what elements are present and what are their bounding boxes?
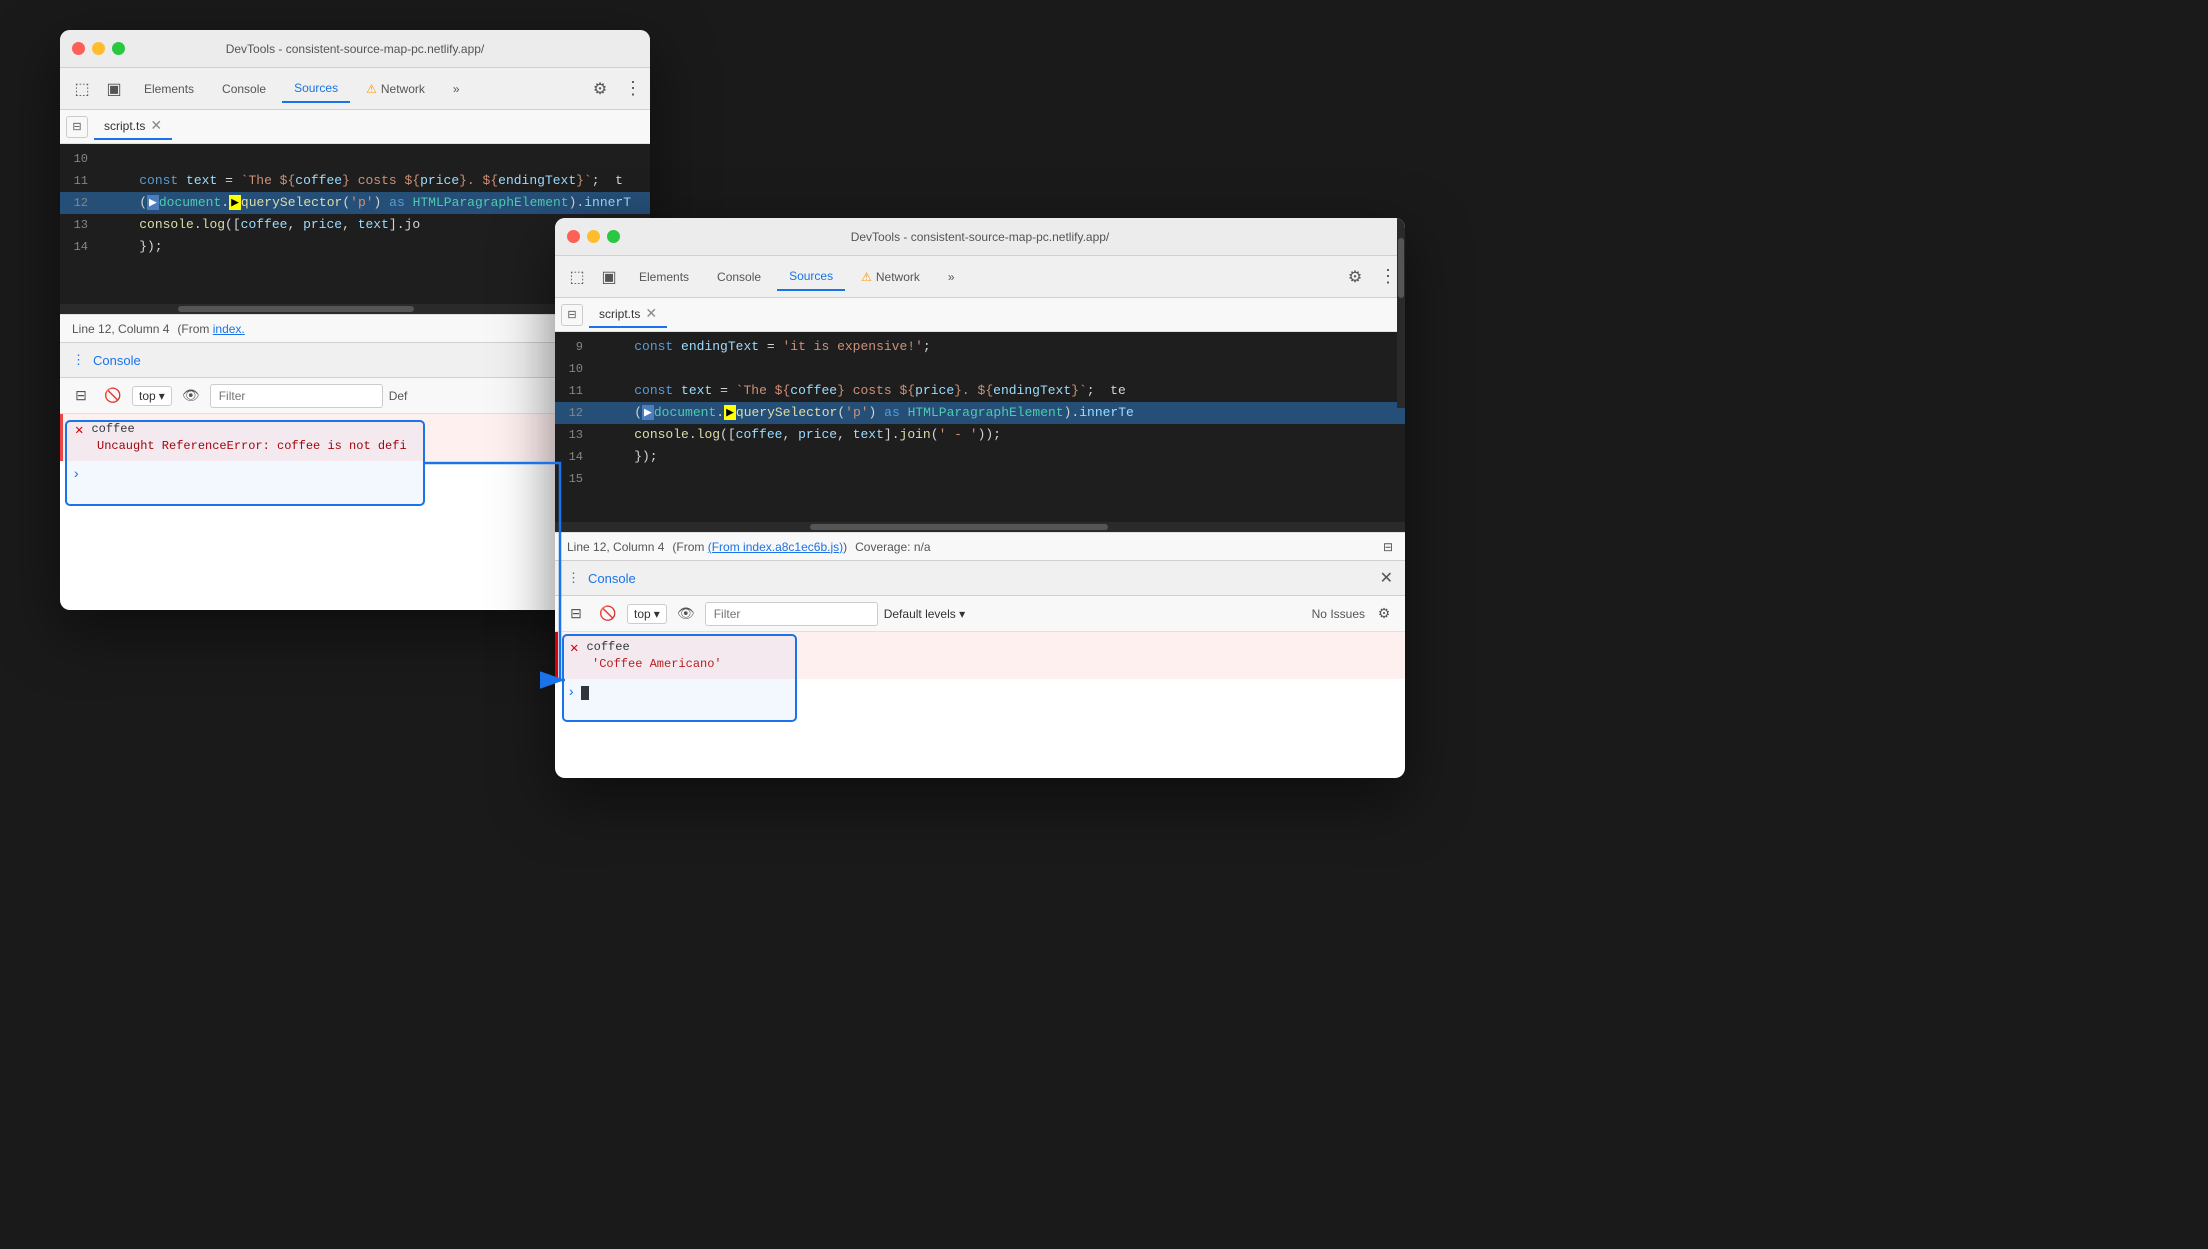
inspect-icon-front[interactable]: ⬚ [563, 263, 591, 291]
tab-network-back[interactable]: ⚠ Network [354, 76, 437, 102]
tab-sources-back[interactable]: Sources [282, 75, 350, 103]
warning-icon-front: ⚠ [861, 270, 872, 284]
inspect-icon[interactable]: ⬚ [68, 75, 96, 103]
tab-console-front[interactable]: Console [705, 264, 773, 290]
tab-sources-front[interactable]: Sources [777, 263, 845, 291]
top-dropdown-front[interactable]: top ▾ [627, 604, 667, 624]
sidebar-toggle-back[interactable]: ⊟ [66, 116, 88, 138]
device-icon-front[interactable]: ▣ [595, 263, 623, 291]
code-editor-front: 9 const endingText = 'it is expensive!';… [555, 332, 1405, 522]
minimize-button-back[interactable] [92, 42, 105, 55]
console-label-front: Console [588, 571, 636, 586]
console-menu-icon[interactable]: ⋮ [72, 352, 85, 368]
code-line-11-front: 11 const text = `The ${coffee} costs ${p… [555, 380, 1405, 402]
status-line-back: Line 12, Column 4 [72, 322, 169, 336]
tab-gear-back: ⚙ ⋮ [586, 75, 642, 103]
console-label-back: Console [93, 353, 141, 368]
code-line-12-back: 12 (▶document.▶querySelector('p') as HTM… [60, 192, 650, 214]
screenshot-icon[interactable]: ⊟ [1383, 540, 1393, 554]
close-button-front[interactable] [567, 230, 580, 243]
tab-more-front[interactable]: » [936, 264, 967, 290]
chevron-down-icon-front: ▾ [654, 607, 660, 621]
tab-network-front[interactable]: ⚠ Network [849, 264, 932, 290]
console-sidebar-btn-front[interactable]: ⊟ [563, 601, 589, 627]
tab-elements-front[interactable]: Elements [627, 264, 701, 290]
default-label-back: Def [389, 389, 408, 403]
top-label-front: top [634, 607, 651, 621]
code-line-10-back: 10 [60, 148, 650, 170]
default-levels-front[interactable]: Default levels ▾ [884, 607, 965, 621]
device-icon[interactable]: ▣ [100, 75, 128, 103]
console-clear-btn-back[interactable]: 🚫 [100, 383, 126, 409]
file-tab-close-front[interactable]: ✕ [645, 305, 657, 322]
gear-button-back[interactable]: ⚙ [586, 75, 614, 103]
devtools-tabs-back: ⬚ ▣ Elements Console Sources ⚠ Network »… [60, 68, 650, 110]
gear-btn-console-front[interactable]: ⚙ [1371, 601, 1397, 627]
console-clear-btn-front[interactable]: 🚫 [595, 601, 621, 627]
status-from-back: (From index. [177, 322, 244, 336]
warning-icon-back: ⚠ [366, 82, 377, 96]
eye-btn-back[interactable]: 👁 [178, 383, 204, 409]
status-link-back[interactable]: index. [213, 322, 245, 336]
status-from-front: (From (From index.a8c1ec6b.js)) [672, 540, 847, 554]
maximize-button-back[interactable] [112, 42, 125, 55]
code-line-13-front: 13 console.log([coffee, price, text].joi… [555, 424, 1405, 446]
scrollbar-thumb-back [178, 306, 414, 312]
top-label-back: top [139, 389, 156, 403]
file-tab-name-back: script.ts [104, 119, 145, 133]
scrollbar-h-front[interactable] [555, 522, 1405, 532]
console-header-front: ⋮ Console ✕ [555, 560, 1405, 596]
code-line-14-front: 14 }); [555, 446, 1405, 468]
tab-console-back[interactable]: Console [210, 76, 278, 102]
titlebar-back: DevTools - consistent-source-map-pc.netl… [60, 30, 650, 68]
code-line-15-front: 15 [555, 468, 1405, 490]
window-title-front: DevTools - consistent-source-map-pc.netl… [851, 230, 1110, 244]
sidebar-toggle-front[interactable]: ⊟ [561, 304, 583, 326]
close-button-back[interactable] [72, 42, 85, 55]
no-issues-badge: No Issues [1312, 607, 1365, 621]
maximize-button-front[interactable] [607, 230, 620, 243]
filter-input-back[interactable] [210, 384, 383, 408]
coverage-badge: Coverage: n/a [855, 540, 930, 554]
highlight-box-back [65, 420, 425, 506]
chevron-down-icon-back: ▾ [159, 389, 165, 403]
code-line-12-front: 12 (▶document.▶querySelector('p') as HTM… [555, 402, 1405, 424]
traffic-lights-back [72, 42, 125, 55]
window-title-back: DevTools - consistent-source-map-pc.netl… [226, 42, 485, 56]
file-tab-close-back[interactable]: ✕ [150, 117, 162, 134]
more-options-front[interactable]: ⋮ [1379, 266, 1397, 287]
status-bar-front: Line 12, Column 4 (From (From index.a8c1… [555, 532, 1405, 560]
highlight-box-front [562, 634, 797, 722]
file-tabs-front: ⊟ script.ts ✕ [555, 298, 1405, 332]
tab-more-back[interactable]: » [441, 76, 472, 102]
console-menu-icon-front[interactable]: ⋮ [567, 570, 580, 586]
traffic-lights-front [567, 230, 620, 243]
code-line-11-back: 11 const text = `The ${coffee} costs ${p… [60, 170, 650, 192]
gear-button-front[interactable]: ⚙ [1341, 263, 1369, 291]
devtools-tabs-front: ⬚ ▣ Elements Console Sources ⚠ Network »… [555, 256, 1405, 298]
more-options-back[interactable]: ⋮ [624, 78, 642, 99]
vertical-scrollbar-front[interactable] [1397, 332, 1405, 408]
filter-input-front[interactable] [705, 602, 878, 626]
tab-gear-front: ⚙ ⋮ [1341, 263, 1397, 291]
console-sidebar-btn-back[interactable]: ⊟ [68, 383, 94, 409]
code-line-9-front: 9 const endingText = 'it is expensive!'; [555, 336, 1405, 358]
status-link-front[interactable]: (From index.a8c1ec6b.js) [708, 540, 843, 554]
minimize-button-front[interactable] [587, 230, 600, 243]
file-tab-script-front[interactable]: script.ts ✕ [589, 301, 667, 328]
titlebar-front: DevTools - consistent-source-map-pc.netl… [555, 218, 1405, 256]
eye-btn-front[interactable]: 👁 [673, 601, 699, 627]
console-close-btn[interactable]: ✕ [1380, 568, 1393, 588]
code-line-10-front: 10 [555, 358, 1405, 380]
file-tab-script-back[interactable]: script.ts ✕ [94, 113, 172, 140]
top-dropdown-back[interactable]: top ▾ [132, 386, 172, 406]
status-line-front: Line 12, Column 4 [567, 540, 664, 554]
console-toolbar-front: ⊟ 🚫 top ▾ 👁 Default levels ▾ No Issues ⚙ [555, 596, 1405, 632]
file-tab-name-front: script.ts [599, 307, 640, 321]
tab-elements-back[interactable]: Elements [132, 76, 206, 102]
scrollbar-thumb-front [810, 524, 1108, 530]
file-tabs-back: ⊟ script.ts ✕ [60, 110, 650, 144]
